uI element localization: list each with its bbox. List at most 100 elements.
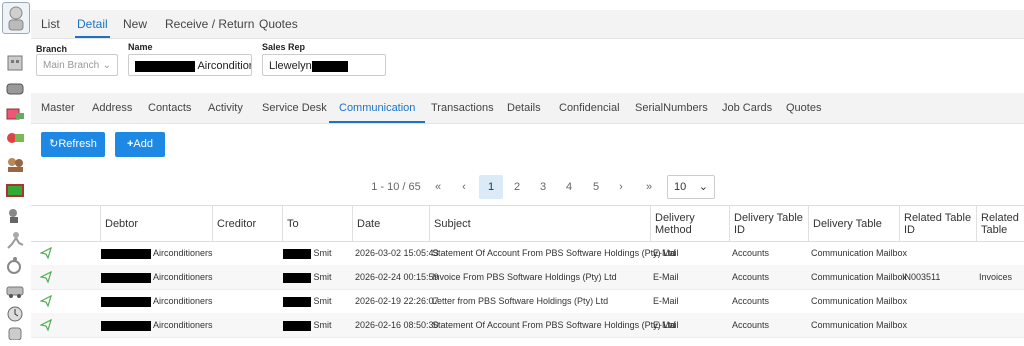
tab-job-cards[interactable]: Job Cards [722, 93, 772, 123]
tab-service-desk[interactable]: Service Desk [262, 93, 327, 123]
page-1-button[interactable]: 1 [479, 175, 503, 199]
subject-cell: Statement Of Account From PBS Software H… [432, 320, 676, 330]
branch-value: Main Branch [43, 60, 100, 71]
chart-icon[interactable] [4, 205, 26, 225]
chevron-down-icon: ⌄ [698, 181, 708, 193]
table-row[interactable]: Airconditioners Smit 2026-02-24 00:15:59… [31, 265, 1024, 290]
pill-box-icon[interactable] [4, 104, 26, 124]
header-delivery-table-id[interactable]: Delivery Table ID [730, 206, 809, 241]
debtor-cell: Airconditioners [101, 265, 213, 289]
table-id-cell: Accounts [732, 248, 770, 258]
people-icon[interactable] [4, 154, 26, 174]
table-row[interactable]: Airconditioners Smit 2026-02-16 08:50:30… [31, 313, 1024, 338]
sidebar [0, 0, 31, 341]
grid-header: Debtor Creditor To Date Subject Delivery… [31, 205, 1024, 242]
to-cell: Smit [283, 313, 332, 337]
bundle-icon[interactable] [4, 180, 26, 200]
tab-communication[interactable]: Communication [329, 93, 426, 123]
top-tab-bar: List Detail New Receive / Return Quotes [31, 10, 1024, 39]
sales-rep-value: Llewelyn [269, 60, 312, 72]
table-cell: Communication Mailbox [811, 272, 908, 282]
related-table-cell: Invoices [979, 272, 1013, 282]
tab-contacts[interactable]: Contacts [148, 93, 191, 123]
tab-quotes[interactable]: Quotes [257, 10, 300, 38]
tab-detail[interactable]: Detail [75, 10, 110, 38]
header-delivery-table[interactable]: Delivery Table [809, 206, 900, 241]
to-cell: Smit [283, 241, 332, 265]
add-button[interactable]: +Add [115, 132, 165, 157]
clock-icon[interactable] [4, 304, 26, 324]
method-cell: E-Mail [653, 272, 679, 282]
tab-quotes-sub[interactable]: Quotes [786, 93, 821, 123]
date-cell: 2026-03-02 15:05:43 [355, 248, 439, 258]
sub-tab-bar: Master Address Contacts Activity Service… [31, 93, 1024, 124]
tab-receive-return[interactable]: Receive / Return [163, 10, 256, 38]
send-icon[interactable] [40, 247, 52, 259]
money-icon[interactable] [4, 128, 26, 148]
method-cell: E-Mail [653, 320, 679, 330]
name-label: Name [128, 42, 153, 52]
header-icon-col [31, 206, 101, 241]
car-icon[interactable] [4, 280, 26, 300]
page-2-button[interactable]: 2 [506, 175, 528, 199]
method-cell: E-Mail [653, 248, 679, 258]
subject-cell: Statement Of Account From PBS Software H… [432, 248, 676, 258]
name-field[interactable]: Airconditior [128, 54, 252, 76]
method-cell: E-Mail [653, 296, 679, 306]
header-related-table-id[interactable]: Related Table ID [900, 206, 977, 241]
name-suffix: Airconditior [197, 60, 252, 72]
subject-cell: Invoice From PBS Software Holdings (Pty)… [432, 272, 617, 282]
pills-icon[interactable] [4, 78, 26, 98]
date-cell: 2026-02-16 08:50:30 [355, 320, 439, 330]
tab-address[interactable]: Address [92, 93, 132, 123]
table-id-cell: Accounts [732, 272, 770, 282]
refresh-icon: ↻ [49, 138, 59, 150]
sales-rep-field[interactable]: Llewelyn [262, 54, 386, 76]
header-related-table[interactable]: Related Table [977, 206, 1024, 241]
tab-details[interactable]: Details [507, 93, 541, 123]
header-subject[interactable]: Subject [430, 206, 651, 241]
send-icon[interactable] [40, 295, 52, 307]
header-creditor[interactable]: Creditor [213, 206, 283, 241]
table-id-cell: Accounts [732, 296, 770, 306]
header-debtor[interactable]: Debtor [101, 206, 213, 241]
branch-select[interactable]: Main Branch ⌄ [36, 54, 118, 76]
branch-label: Branch [36, 44, 68, 54]
pager-range: 1 - 10 / 65 [371, 181, 421, 193]
tab-master[interactable]: Master [41, 93, 75, 123]
runner-icon[interactable] [4, 230, 26, 250]
next-page-button[interactable]: › [612, 175, 630, 199]
tab-confidencial[interactable]: Confidencial [559, 93, 620, 123]
table-row[interactable]: Airconditioners Smit 2026-03-02 15:05:43… [31, 241, 1024, 266]
debtor-cell: Airconditioners [101, 241, 213, 265]
debtor-cell: Airconditioners [101, 313, 213, 337]
header-date[interactable]: Date [353, 206, 430, 241]
tab-list[interactable]: List [39, 10, 62, 38]
building-icon[interactable] [4, 52, 26, 72]
wheelchair-icon[interactable] [4, 255, 26, 275]
header-to[interactable]: To [283, 206, 353, 241]
tab-new[interactable]: New [121, 10, 149, 38]
table-id-cell: Accounts [732, 320, 770, 330]
tab-activity[interactable]: Activity [208, 93, 243, 123]
hand-icon[interactable] [4, 326, 26, 346]
user-icon[interactable] [2, 2, 30, 34]
prev-page-button[interactable]: ‹ [455, 175, 473, 199]
table-row[interactable]: Airconditioners Smit 2026-02-19 22:26:07… [31, 289, 1024, 314]
table-cell: Communication Mailbox [811, 296, 908, 306]
table-cell: Communication Mailbox [811, 248, 908, 258]
refresh-button[interactable]: ↻Refresh [41, 132, 105, 157]
first-page-button[interactable]: « [429, 175, 447, 199]
tab-transactions[interactable]: Transactions [431, 93, 494, 123]
page-3-button[interactable]: 3 [532, 175, 554, 199]
header-delivery-method[interactable]: Delivery Method [651, 206, 730, 241]
page-5-button[interactable]: 5 [585, 175, 607, 199]
chevron-down-icon: ⌄ [102, 60, 111, 71]
send-icon[interactable] [40, 271, 52, 283]
add-label: Add [133, 138, 153, 150]
last-page-button[interactable]: » [639, 175, 659, 199]
page-4-button[interactable]: 4 [558, 175, 580, 199]
send-icon[interactable] [40, 319, 52, 331]
page-size-select[interactable]: 10 ⌄ [667, 175, 715, 199]
tab-serialnumbers[interactable]: SerialNumbers [635, 93, 708, 123]
